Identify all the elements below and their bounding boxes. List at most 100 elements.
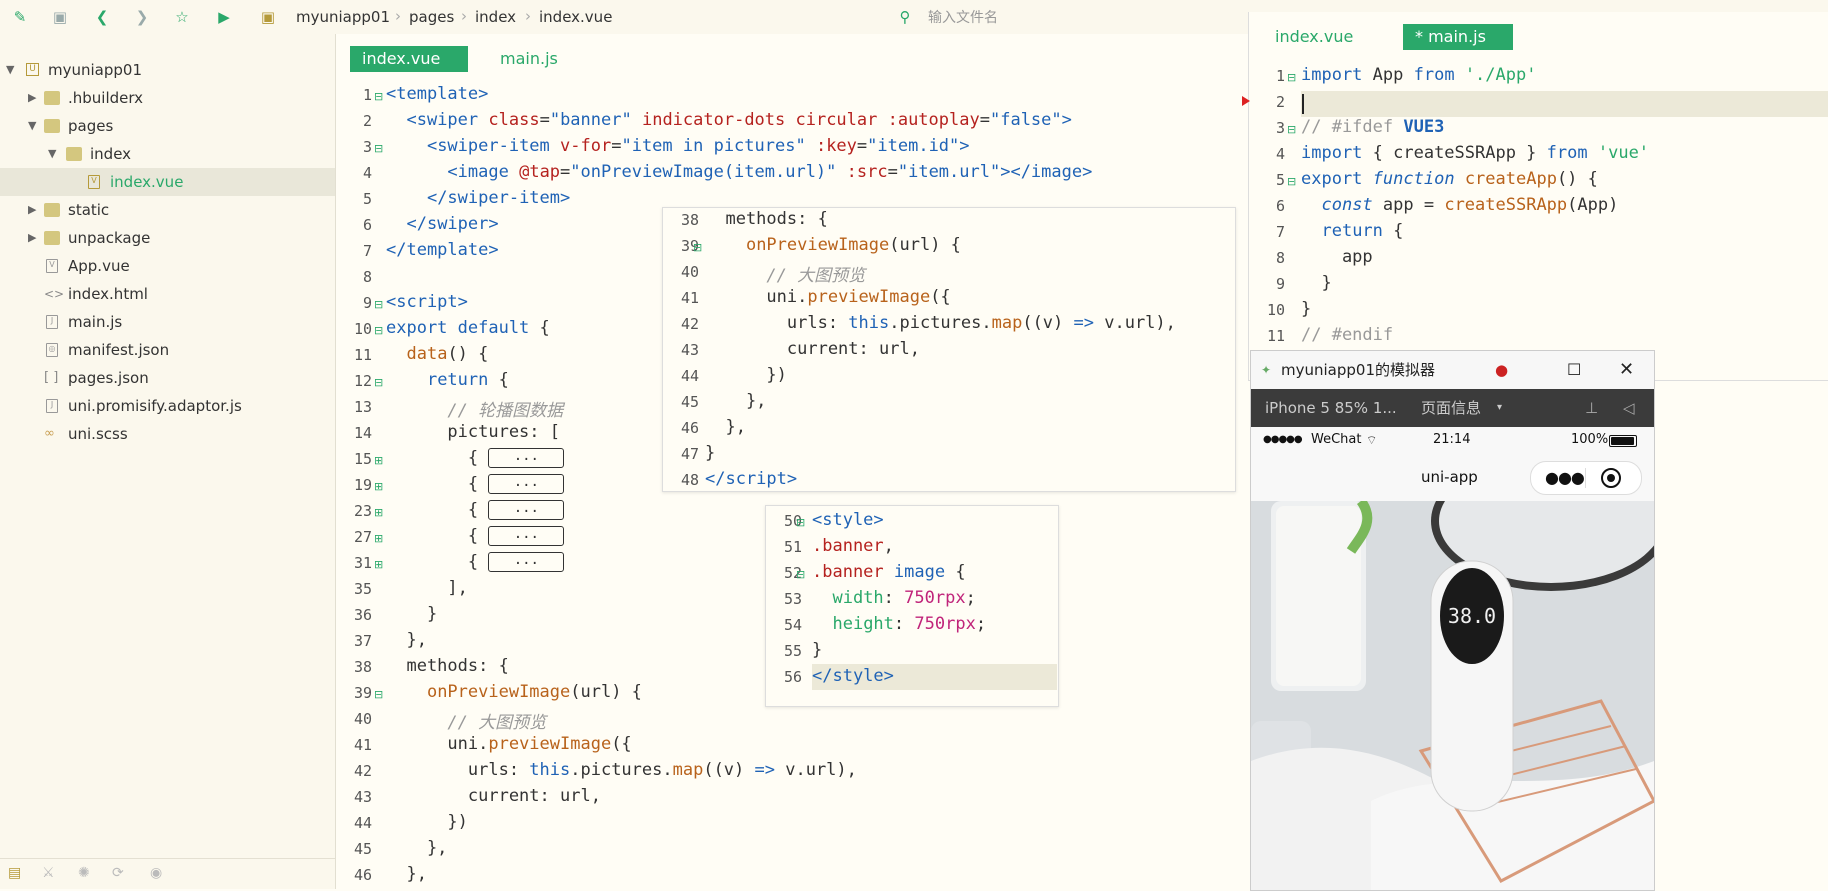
line-number: 15 [353, 450, 372, 468]
code-line: current: url, [705, 339, 920, 359]
chevron-right-icon[interactable]: ▶ [28, 224, 36, 252]
chevron-right-icon[interactable]: ▶ [28, 196, 36, 224]
code-line: </swiper-item> [426, 188, 571, 208]
tree-item-project[interactable]: ▼ U myuniapp01 [0, 56, 335, 84]
code-line: } [812, 640, 823, 660]
fold-icon[interactable]: ⊟ [1287, 71, 1296, 84]
chevron-down-icon[interactable]: ▼ [48, 140, 56, 168]
fold-icon[interactable]: ⊟ [374, 90, 383, 103]
current-line-highlight [1301, 91, 1828, 117]
line-number: 42 [680, 315, 699, 333]
fold-icon[interactable]: ⊟ [693, 241, 702, 254]
mini-program-capsule[interactable]: ●●● [1530, 461, 1642, 495]
line-number: 6 [362, 216, 372, 234]
line-number: 3 [1275, 119, 1285, 137]
tab-index-vue[interactable]: index.vue [350, 46, 468, 72]
tree-item-index-vue[interactable]: V index.vue [0, 168, 335, 196]
tree-item-unpackage[interactable]: ▶ unpackage [0, 224, 335, 252]
unfold-icon[interactable]: ⊞ [374, 558, 383, 571]
chevron-down-icon[interactable]: ▼ [6, 56, 14, 84]
plugin-icon[interactable]: ⚔ [42, 865, 55, 881]
unfold-icon[interactable]: ⊞ [374, 454, 383, 467]
refresh-icon[interactable]: ⟳ [112, 865, 124, 881]
fold-icon[interactable]: ⊟ [374, 298, 383, 311]
tree-item-index-folder[interactable]: ▼ index [0, 140, 335, 168]
line-number: 48 [680, 471, 699, 489]
simulator-window[interactable]: ✦ myuniapp01的模拟器 ● ☐ ✕ iPhone 5 85% 1...… [1250, 350, 1655, 891]
fold-icon[interactable]: ⊟ [1287, 175, 1296, 188]
breadcrumb-index[interactable]: index [475, 8, 516, 26]
save-icon[interactable]: ▣ [50, 7, 70, 27]
banner-swiper-image[interactable]: 38.0 [1251, 501, 1654, 890]
close-icon[interactable]: ✕ [1619, 351, 1634, 389]
code-line: <image @tap="onPreviewImage(item.url)" :… [447, 162, 1093, 182]
star-icon[interactable]: ☆ [172, 7, 192, 27]
split-editor-main-js[interactable]: index.vue * main.js 1 2 3 4 5 6 7 8 9 10… [1248, 12, 1828, 381]
line-number: 41 [680, 289, 699, 307]
forward-icon[interactable]: ❯ [132, 7, 152, 27]
peek-panel-style[interactable]: 50 51 52 53 54 55 56 ⊟ ⊟ <style> .banner… [765, 505, 1059, 707]
breadcrumb-project[interactable]: myuniapp01 [296, 8, 390, 26]
code-line: }, [386, 864, 427, 884]
simulator-title-bar[interactable]: ✦ myuniapp01的模拟器 ● ☐ ✕ [1251, 351, 1654, 389]
fold-icon[interactable]: ⊟ [374, 376, 383, 389]
code-line: </style> [812, 666, 894, 686]
back-icon[interactable]: ❮ [92, 7, 112, 27]
tab-main-js[interactable]: * main.js [1403, 24, 1513, 50]
fold-icon[interactable]: ⊟ [374, 688, 383, 701]
chevron-right-icon[interactable]: ▶ [28, 84, 36, 112]
maximize-icon[interactable]: ☐ [1567, 351, 1581, 389]
line-number: 23 [353, 502, 372, 520]
fold-icon[interactable]: ⊟ [374, 324, 383, 337]
explorer-icon[interactable]: ▤ [8, 865, 21, 881]
line-number: 40 [680, 263, 699, 281]
fold-icon[interactable]: ⊟ [796, 568, 805, 581]
tree-item-manifest-json[interactable]: ◎ manifest.json [0, 336, 335, 364]
tree-item-pages-json[interactable]: [ ] pages.json [0, 364, 335, 392]
tab-index-vue[interactable]: index.vue [1263, 24, 1365, 50]
line-number: 1 [1275, 67, 1285, 85]
tab-main-js[interactable]: main.js [488, 46, 570, 72]
tree-item-index-html[interactable]: <> index.html [0, 280, 335, 308]
thermometer-photo: 38.0 [1251, 501, 1654, 890]
collapsed-block[interactable]: ... [488, 448, 565, 468]
collapsed-block[interactable]: ... [488, 474, 565, 494]
fold-icon[interactable]: ⊟ [796, 516, 805, 529]
breadcrumb-pages[interactable]: pages [409, 8, 454, 26]
close-target-icon[interactable] [1601, 468, 1621, 488]
tree-item-app-vue[interactable]: V App.vue [0, 252, 335, 280]
fold-icon[interactable]: ⊟ [1287, 123, 1296, 136]
chevron-down-icon[interactable]: ▼ [28, 112, 36, 140]
file-search-input[interactable]: 输入文件名 [928, 7, 1288, 27]
code-line: { ... [386, 526, 565, 546]
fold-icon[interactable]: ⊟ [374, 142, 383, 155]
globe-icon[interactable]: ◉ [150, 865, 162, 881]
tree-item-pages[interactable]: ▼ pages [0, 112, 335, 140]
peek-panel-script[interactable]: 38 39 40 41 42 43 44 45 46 47 48 ⊟ metho… [662, 207, 1236, 492]
unfold-icon[interactable]: ⊞ [374, 506, 383, 519]
collapsed-block[interactable]: ... [488, 500, 565, 520]
folder-open-icon [66, 147, 82, 161]
page-info-menu[interactable]: 页面信息 [1421, 389, 1481, 427]
unfold-icon[interactable]: ⊞ [374, 480, 383, 493]
line-number: 56 [783, 668, 802, 686]
tree-item-main-js[interactable]: J main.js [0, 308, 335, 336]
tree-item-static[interactable]: ▶ static [0, 196, 335, 224]
line-number: 35 [353, 580, 372, 598]
new-file-icon[interactable]: ✎ [10, 7, 30, 27]
device-selector[interactable]: iPhone 5 85% 1... [1265, 389, 1397, 427]
tree-item-promisify-js[interactable]: J uni.promisify.adaptor.js [0, 392, 335, 420]
run-icon[interactable]: ▶ [214, 7, 234, 27]
debug-icon[interactable]: ✺ [78, 865, 90, 881]
code-line: import { createSSRApp } from 'vue' [1301, 143, 1650, 163]
mute-icon[interactable]: ◁ [1623, 389, 1635, 427]
breadcrumb-file[interactable]: index.vue [539, 8, 612, 26]
pin-icon[interactable]: ⊥ [1585, 389, 1598, 427]
unfold-icon[interactable]: ⊞ [374, 532, 383, 545]
collapsed-block[interactable]: ... [488, 526, 565, 546]
collapsed-block[interactable]: ... [488, 552, 565, 572]
tree-item-hbuilderx[interactable]: ▶ .hbuilderx [0, 84, 335, 112]
tree-item-uni-scss[interactable]: ∞ uni.scss [0, 420, 335, 448]
line-number: 7 [1275, 223, 1285, 241]
more-icon[interactable]: ●●● [1545, 454, 1585, 502]
